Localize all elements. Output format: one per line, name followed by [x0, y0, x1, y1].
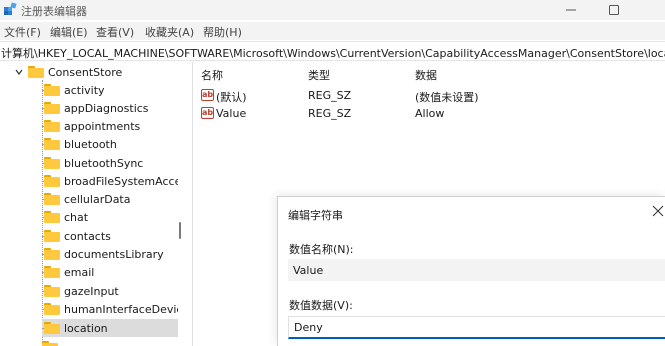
value-row[interactable]: ab (默认) REG_SZ (数值未设置) — [195, 87, 665, 105]
tree-node-label: activity — [64, 83, 105, 97]
tree-node-email[interactable]: email — [42, 263, 94, 281]
edit-string-dialog: 编辑字符串 数值名称(N): 数值数据(V): — [277, 196, 665, 346]
folder-icon — [44, 175, 60, 187]
tree-node-label: gazeInput — [64, 284, 119, 298]
menu-help[interactable]: 帮助(H) — [203, 24, 242, 40]
tree-node-chat[interactable]: chat — [42, 208, 88, 226]
tree-scrollbar-thumb[interactable] — [179, 222, 181, 239]
tree-node-label: email — [64, 265, 95, 279]
column-type-header[interactable]: 类型 — [308, 67, 330, 83]
address-path[interactable]: 计算机\HKEY_LOCAL_MACHINE\SOFTWARE\Microsof… — [1, 45, 665, 61]
title-bar: 注册表编辑器 — [0, 0, 665, 20]
value-data-field[interactable] — [288, 316, 665, 339]
maximize-icon — [609, 5, 619, 15]
tree-node-humaninterfacedevice[interactable]: humanInterfaceDevice — [42, 300, 178, 318]
tree-node-label: broadFileSystemAcces — [64, 174, 178, 188]
tree-node-label: cellularData — [64, 192, 131, 206]
menu-favorites[interactable]: 收藏夹(A) — [145, 24, 194, 40]
tree-node-label: humanInterfaceDevice — [64, 302, 178, 316]
menu-bar: 文件(F) 编辑(E) 查看(V) 收藏夹(A) 帮助(H) — [0, 22, 665, 40]
tree-node-next[interactable] — [42, 338, 58, 346]
tree-node-label: bluetooth — [64, 137, 117, 151]
tree-node-documentslibrary[interactable]: documentsLibrary — [42, 245, 164, 263]
tree-node-broadfilesystemaccess[interactable]: broadFileSystemAcces — [42, 172, 178, 190]
menu-file[interactable]: 文件(F) — [4, 24, 41, 40]
tree-node-activity[interactable]: activity — [42, 81, 105, 99]
key-tree[interactable]: ConsentStore activity appDiagnostics app… — [0, 62, 178, 346]
tree-node-cellulardata[interactable]: cellularData — [42, 190, 130, 208]
dialog-title: 编辑字符串 — [288, 209, 343, 222]
string-value-icon: ab — [201, 107, 214, 119]
value-name: Value — [216, 107, 247, 120]
tree-node-label: bluetoothSync — [64, 156, 144, 170]
folder-icon — [44, 84, 60, 96]
value-data: (数值未设置) — [415, 91, 479, 104]
tree-node-label: documentsLibrary — [64, 247, 164, 261]
value-name: (默认) — [216, 91, 247, 104]
registry-editor-icon — [4, 2, 17, 15]
tree-node-label: ConsentStore — [48, 65, 123, 79]
maximize-button[interactable] — [596, 0, 632, 20]
tree-node-consentstore[interactable]: ConsentStore — [14, 63, 122, 81]
value-type: REG_SZ — [308, 89, 352, 102]
tree-node-label: chat — [64, 210, 89, 224]
tree-node-label: appDiagnostics — [64, 101, 149, 115]
tree-node-bluetoothsync[interactable]: bluetoothSync — [42, 154, 143, 172]
string-value-icon: ab — [201, 89, 214, 101]
folder-icon — [44, 303, 60, 315]
value-name-label: 数值名称(N): — [289, 243, 354, 256]
folder-icon — [28, 66, 44, 78]
tree-node-bluetooth[interactable]: bluetooth — [42, 135, 117, 153]
value-data-label: 数值数据(V): — [289, 299, 353, 312]
minimize-icon — [566, 9, 576, 11]
folder-icon — [44, 266, 60, 278]
tree-node-label: location — [64, 321, 108, 335]
pane-splitter[interactable] — [192, 62, 193, 346]
chevron-down-icon — [15, 69, 23, 75]
folder-icon — [44, 322, 60, 334]
tree-node-location[interactable]: location — [42, 319, 178, 337]
value-name-field[interactable] — [288, 259, 665, 281]
minimize-button[interactable] — [553, 0, 589, 20]
folder-icon — [44, 230, 60, 242]
close-icon[interactable] — [652, 205, 664, 217]
value-data: Allow — [415, 107, 445, 120]
value-type: REG_SZ — [308, 107, 352, 120]
address-bar[interactable]: 计算机\HKEY_LOCAL_MACHINE\SOFTWARE\Microsof… — [0, 41, 665, 61]
folder-icon — [44, 285, 60, 297]
folder-icon — [44, 193, 60, 205]
tree-node-appointments[interactable]: appointments — [42, 117, 140, 135]
tree-node-contacts[interactable]: contacts — [42, 227, 111, 245]
folder-icon — [44, 120, 60, 132]
tree-node-gazeinput[interactable]: gazeInput — [42, 282, 119, 300]
folder-icon — [44, 138, 60, 150]
tree-node-label: appointments — [64, 119, 141, 133]
tree-node-label: contacts — [64, 229, 111, 243]
menu-edit[interactable]: 编辑(E) — [50, 24, 88, 40]
folder-icon — [44, 211, 60, 223]
menu-view[interactable]: 查看(V) — [96, 24, 134, 40]
column-name-header[interactable]: 名称 — [201, 67, 223, 83]
folder-icon — [44, 157, 60, 169]
folder-icon — [44, 102, 60, 114]
column-data-header[interactable]: 数据 — [415, 67, 437, 83]
window-title: 注册表编辑器 — [21, 5, 87, 18]
value-row[interactable]: ab Value REG_SZ Allow — [195, 105, 665, 123]
folder-icon — [42, 341, 58, 346]
folder-icon — [44, 248, 60, 260]
tree-node-appdiagnostics[interactable]: appDiagnostics — [42, 99, 149, 117]
